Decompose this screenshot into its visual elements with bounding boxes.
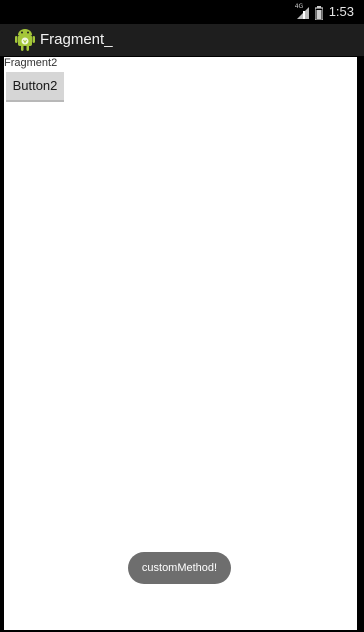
status-clock: 1:53 xyxy=(328,4,354,19)
battery-icon xyxy=(314,5,324,21)
app-title: Fragment_ xyxy=(40,31,113,48)
fragment-label: Fragment2 xyxy=(4,57,58,69)
screen-edge xyxy=(357,56,364,632)
fragment-container: Fragment2 Button2 xyxy=(4,57,357,630)
android-icon[interactable] xyxy=(14,28,36,52)
signal-icon: 4G xyxy=(295,3,309,19)
action-bar: Fragment_ xyxy=(0,24,364,56)
status-bar: 4G 1:53 xyxy=(0,0,364,24)
status-icons: 4G 1:53 xyxy=(295,3,354,21)
fragment-button[interactable]: Button2 xyxy=(6,72,64,102)
phone-screen: 4G 1:53 Fragment_ Fragment2 Button2 cust… xyxy=(0,0,364,632)
toast-message: customMethod! xyxy=(128,552,231,584)
